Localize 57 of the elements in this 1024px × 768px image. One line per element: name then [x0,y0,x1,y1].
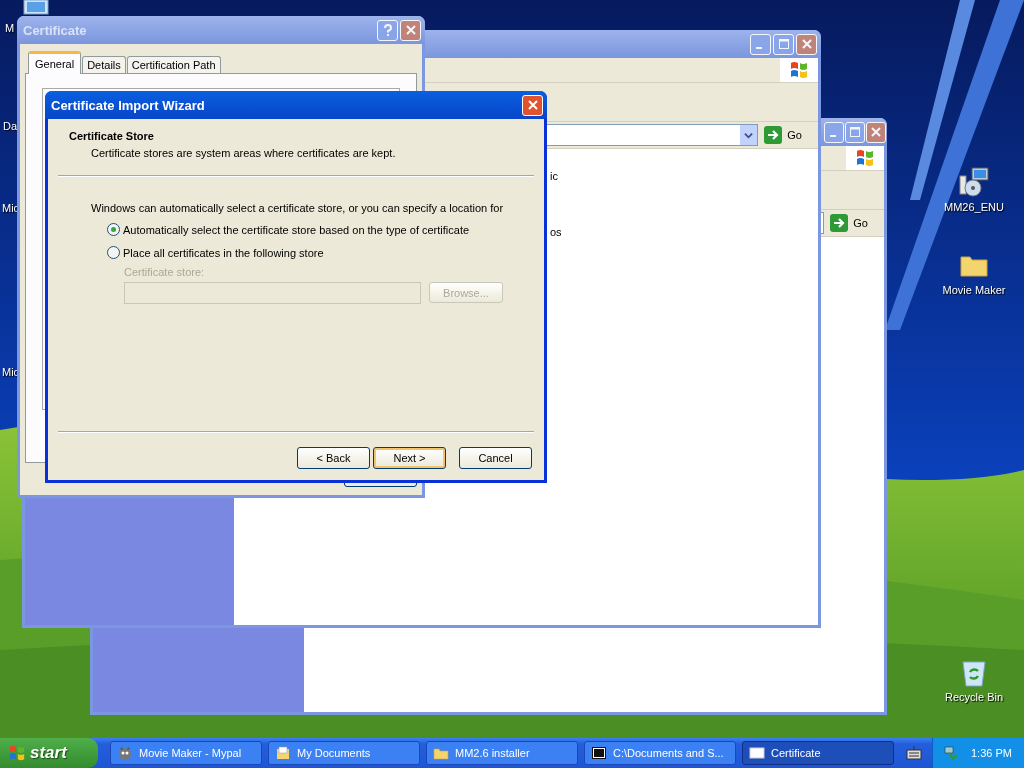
radio-button[interactable] [107,223,120,236]
tab[interactable]: Details [82,56,126,73]
dropdown-button[interactable] [740,125,758,145]
dialog-button[interactable]: < Back [297,447,370,469]
desktop-icon-label[interactable]: Recycle Bin [944,691,1004,703]
go-button[interactable]: Go [828,214,880,232]
close-icon [871,127,881,137]
close-icon [527,100,538,110]
page-description: Certificate stores are system areas where certificates are kept. [90,147,397,159]
radio-label[interactable]: Place all certificates in the following store [123,246,324,259]
window-icon [749,745,765,761]
desktop-icon-label[interactable]: Mic [2,366,20,378]
network-icon[interactable] [943,745,959,761]
certificate-store-field[interactable] [124,282,421,304]
taskbar-button[interactable]: Movie Maker - Mypal [110,741,262,765]
folder-icon [433,745,449,761]
file-name[interactable]: ic [550,169,562,183]
windows-logo-icon [8,744,26,762]
close-icon [801,39,812,49]
window-title: Certificate [23,22,87,38]
close-button[interactable] [522,94,543,116]
archive-icon [591,745,607,761]
instruction-text: Windows can automatically select a certificate store, or you can specify a location for [91,202,505,214]
desktop-icon-label[interactable]: MM26_ENU [944,201,1004,213]
window-title: Certificate Import Wizard [51,97,205,113]
file-name[interactable]: os [550,225,562,239]
field-label: Certificate store: [124,266,206,278]
windows-logo-icon [789,60,809,80]
minimize-icon [829,135,836,137]
taskbar-button[interactable]: My Documents [268,741,420,765]
dialog-button[interactable]: Next > [373,447,446,469]
close-icon [405,25,416,35]
keyboard-icon[interactable] [906,746,922,760]
taskbar-button[interactable]: Certificate [742,741,894,765]
page-heading: Certificate Store [69,130,155,142]
documents-icon [275,745,291,761]
taskbar-button[interactable]: C:\Documents and S... [584,741,736,765]
radio-label[interactable]: Automatically select the certificate store based on the type of certificate [123,223,470,236]
chevron-down-icon [744,130,754,140]
dialog-button[interactable]: Cancel [459,447,532,469]
windows-logo-icon [855,148,875,168]
taskbar-button[interactable]: MM2.6 installer [426,741,578,765]
desktop-icon-label[interactable]: Movie Maker [942,284,1006,296]
maximize-icon [778,39,789,49]
desktop-icon-label[interactable]: Da [3,120,18,132]
maximize-icon [850,127,860,137]
desktop-icon-label[interactable]: M [5,22,15,34]
minimize-icon [756,47,762,49]
desktop-icon-label[interactable]: Mic [2,202,20,214]
tab[interactable]: Certification Path [126,56,221,73]
go-button[interactable]: Go [762,126,814,144]
radio-button[interactable] [107,246,120,259]
installer-icon[interactable] [958,166,990,198]
tab[interactable]: General [28,51,82,74]
raccoon-icon [117,745,133,761]
question-mark-icon [382,24,393,36]
computer-icon[interactable] [22,0,52,16]
